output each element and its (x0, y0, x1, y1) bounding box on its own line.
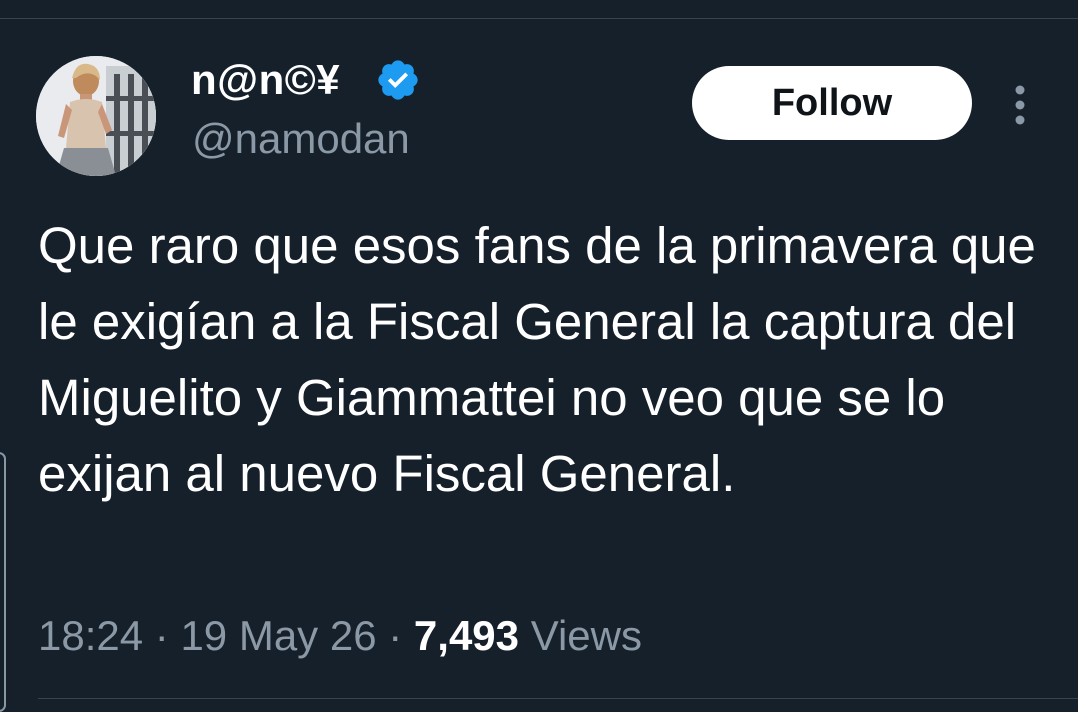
follow-button[interactable]: Follow (692, 66, 972, 140)
more-options-icon[interactable] (1008, 84, 1032, 126)
views-label[interactable]: Views (531, 612, 642, 659)
tweet-metadata: 18:24 · 19 May 26 · 7,493 Views (38, 612, 642, 660)
tweet-text: Que raro que esos fans de la primavera q… (38, 217, 1036, 502)
avatar-photo-icon (36, 56, 156, 176)
views-count[interactable]: 7,493 (414, 612, 519, 659)
bottom-divider (38, 698, 1078, 699)
verified-badge-icon[interactable] (375, 57, 421, 103)
top-divider (0, 18, 1078, 19)
author-avatar[interactable] (36, 56, 156, 176)
tweet-time[interactable]: 18:24 (38, 612, 143, 659)
author-display-name[interactable]: n@n©¥ (191, 56, 340, 104)
author-handle[interactable]: @namodan (192, 115, 410, 163)
meta-separator: · (388, 612, 403, 659)
tweet-date[interactable]: 19 May 26 (180, 612, 376, 659)
meta-separator: · (154, 612, 169, 659)
scroll-edge-indicator (0, 452, 6, 712)
